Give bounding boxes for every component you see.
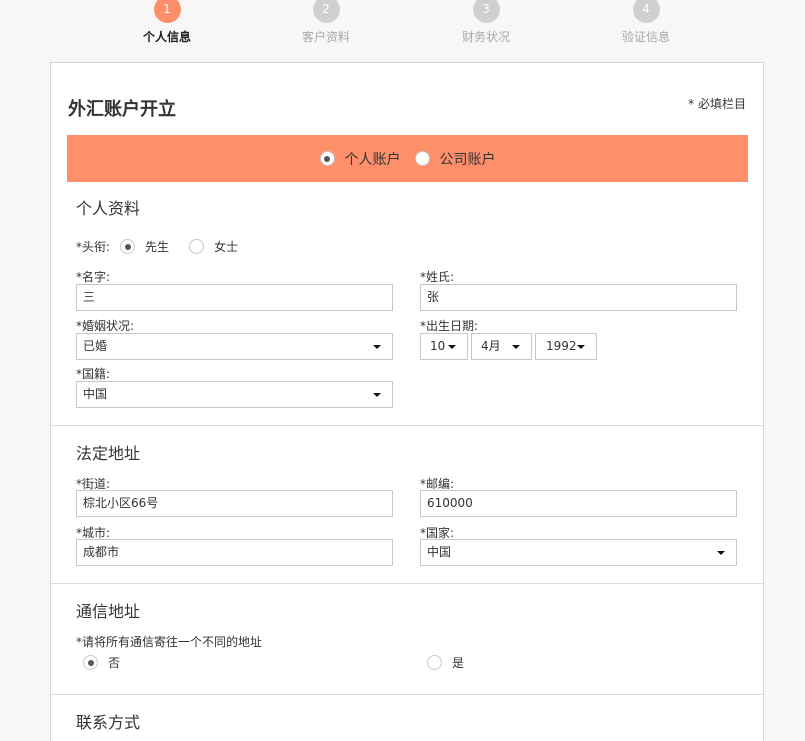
title-option-ms[interactable]: 女士 bbox=[214, 238, 238, 255]
step-number: 2 bbox=[312, 0, 340, 23]
radio-unchecked-icon[interactable] bbox=[414, 151, 430, 166]
step-client-profile: 2 客户资料 bbox=[266, 0, 386, 45]
mailing-option-yes[interactable]: 是 bbox=[427, 654, 464, 671]
section-divider bbox=[51, 425, 763, 426]
section-title-legal-address: 法定地址 bbox=[76, 444, 141, 463]
step-label: 个人信息 bbox=[142, 30, 191, 44]
section-title-contact: 联系方式 bbox=[76, 713, 141, 732]
title-label: *头衔: bbox=[76, 240, 111, 254]
account-type-company-label: 公司账户 bbox=[439, 151, 496, 168]
radio-checked-icon[interactable] bbox=[319, 151, 335, 166]
step-financial-status: 3 财务状况 bbox=[426, 0, 546, 45]
title-option-mr[interactable]: 先生 bbox=[145, 238, 169, 255]
title-field: *头衔: 先生 女士 bbox=[76, 238, 238, 255]
mailing-question: *请将所有通信寄往一个不同的地址 bbox=[76, 635, 263, 649]
first-name-label: *名字: bbox=[76, 270, 111, 284]
section-divider bbox=[51, 694, 763, 695]
radio-unchecked-icon[interactable] bbox=[427, 655, 442, 670]
dob-label: *出生日期: bbox=[420, 319, 479, 333]
account-type-personal[interactable]: 个人账户 bbox=[319, 149, 401, 169]
postcode-value: 610000 bbox=[427, 496, 473, 510]
step-number: 4 bbox=[632, 0, 660, 23]
progress-stepper: 1 个人信息 2 客户资料 3 财务状况 4 验证信息 bbox=[0, 0, 805, 60]
marital-status-label: *婚姻状况: bbox=[76, 319, 135, 333]
nationality-label: *国籍: bbox=[76, 367, 111, 381]
postcode-input[interactable]: 610000 bbox=[420, 490, 737, 517]
step-number: 3 bbox=[472, 0, 500, 23]
mailing-option-no[interactable]: 否 bbox=[83, 654, 120, 671]
required-fields-note: * 必填栏目 bbox=[688, 97, 746, 111]
step-personal-info: 1 个人信息 bbox=[107, 0, 227, 45]
radio-checked-icon[interactable] bbox=[120, 239, 136, 254]
street-value: 棕北小区66号 bbox=[83, 496, 159, 510]
first-name-value: 三 bbox=[83, 290, 96, 304]
section-divider bbox=[51, 583, 763, 584]
marital-status-value: 已婚 bbox=[83, 339, 108, 353]
dob-month-select[interactable]: 4月 bbox=[471, 333, 532, 360]
section-title-personal: 个人资料 bbox=[76, 199, 141, 218]
page-title: 外汇账户开立 bbox=[68, 99, 176, 120]
mailing-option-yes-label: 是 bbox=[452, 656, 465, 670]
dob-day-select[interactable]: 10 bbox=[420, 333, 468, 360]
account-type-personal-label: 个人账户 bbox=[344, 151, 401, 168]
step-number: 1 bbox=[153, 0, 181, 23]
step-label: 验证信息 bbox=[621, 30, 670, 44]
account-type-company[interactable]: 公司账户 bbox=[414, 149, 496, 169]
account-type-bar: 个人账户 公司账户 bbox=[67, 135, 748, 182]
nationality-select[interactable]: 中国 bbox=[76, 381, 393, 408]
country-value: 中国 bbox=[427, 545, 452, 559]
radio-checked-icon[interactable] bbox=[83, 655, 98, 670]
city-input[interactable]: 成都市 bbox=[76, 539, 393, 566]
dob-day-value: 10 bbox=[430, 339, 446, 353]
marital-status-select[interactable]: 已婚 bbox=[76, 333, 393, 360]
step-label: 客户资料 bbox=[301, 30, 350, 44]
step-verification: 4 验证信息 bbox=[586, 0, 706, 45]
last-name-label: *姓氏: bbox=[420, 270, 455, 284]
mailing-option-no-label: 否 bbox=[108, 656, 121, 670]
step-label: 财务状况 bbox=[461, 30, 510, 44]
last-name-value: 张 bbox=[427, 290, 440, 304]
dob-year-value: 1992 bbox=[546, 339, 577, 353]
section-title-mailing-address: 通信地址 bbox=[76, 602, 141, 621]
account-form-panel: 外汇账户开立 * 必填栏目 个人账户 公司账户 个人资料 *头衔: 先生 女士 … bbox=[50, 62, 764, 741]
nationality-value: 中国 bbox=[83, 387, 108, 401]
dob-year-select[interactable]: 1992 bbox=[535, 333, 597, 360]
radio-unchecked-icon[interactable] bbox=[189, 239, 205, 254]
first-name-input[interactable]: 三 bbox=[76, 284, 393, 311]
last-name-input[interactable]: 张 bbox=[420, 284, 737, 311]
country-select[interactable]: 中国 bbox=[420, 539, 737, 566]
city-value: 成都市 bbox=[83, 545, 120, 559]
street-input[interactable]: 棕北小区66号 bbox=[76, 490, 393, 517]
dob-month-value: 4月 bbox=[481, 339, 501, 353]
